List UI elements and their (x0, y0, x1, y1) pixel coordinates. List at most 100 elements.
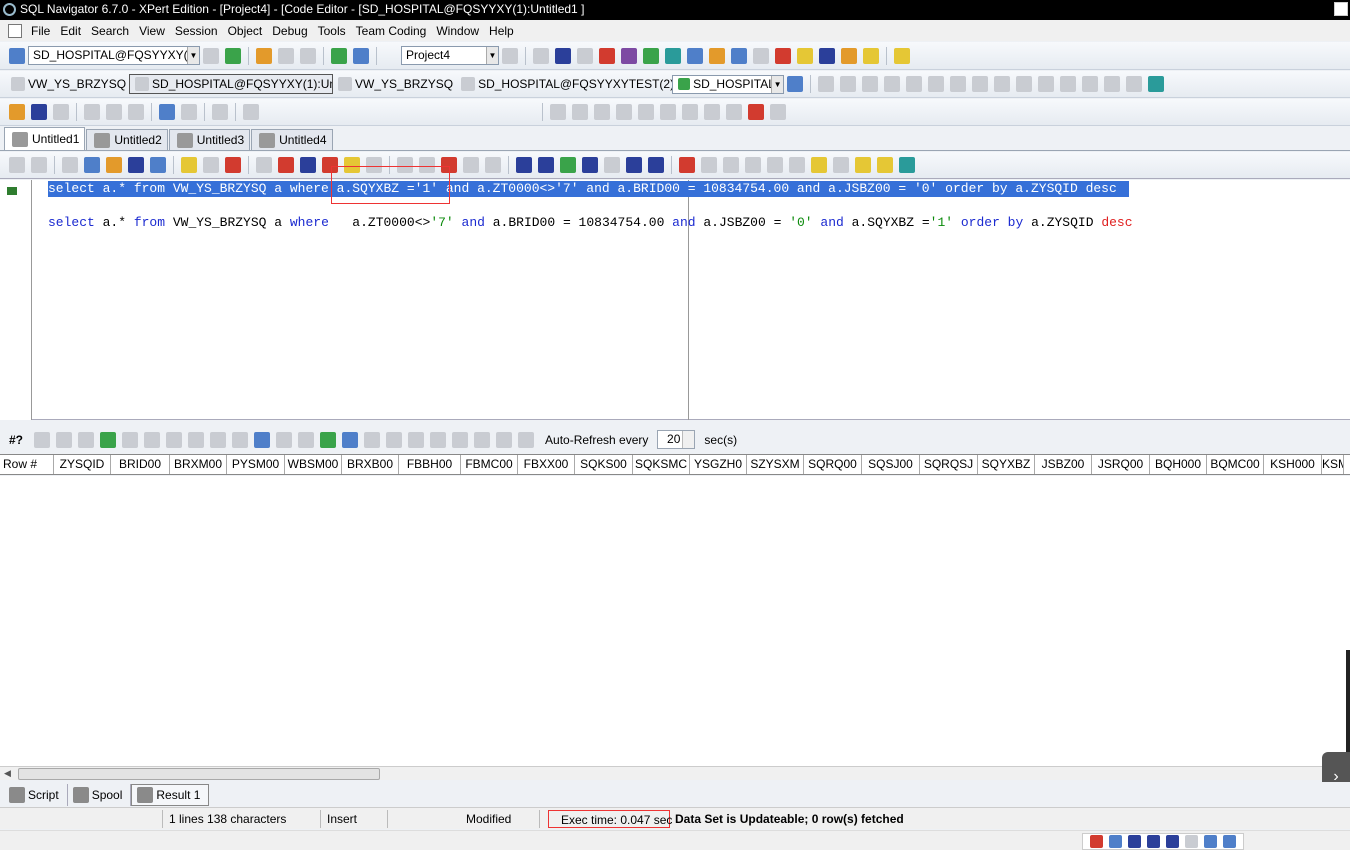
disabled-tool-icon[interactable] (660, 104, 676, 120)
disabled-tool-icon[interactable] (1038, 76, 1055, 92)
back-icon[interactable] (9, 157, 25, 173)
tab-untitled1[interactable]: Untitled1 (4, 127, 86, 150)
save-icon[interactable] (144, 431, 161, 448)
ime-mode-icon[interactable] (1109, 835, 1122, 848)
run-icon[interactable] (560, 157, 576, 173)
tab-untitled4[interactable]: Untitled4 (251, 129, 333, 150)
column-header[interactable]: SQSJ00 (862, 455, 920, 474)
lightbulb-icon[interactable] (877, 157, 893, 173)
tool-icon[interactable] (819, 47, 835, 64)
check-icon[interactable] (748, 104, 764, 120)
code-line-2[interactable]: select a.* from VW_YS_BRZYSQ a where a.Z… (48, 215, 1133, 231)
disabled-tool-icon[interactable] (452, 431, 469, 448)
disabled-tool-icon[interactable] (972, 76, 989, 92)
column-header[interactable]: PYSM00 (227, 455, 285, 474)
column-header[interactable]: SQKSMC (633, 455, 690, 474)
disabled-tool-icon[interactable] (928, 76, 945, 92)
column-header[interactable]: ZYSQID (54, 455, 111, 474)
stop-icon[interactable] (604, 157, 620, 173)
tool-icon[interactable] (863, 47, 879, 64)
menu-file[interactable]: File (31, 24, 50, 38)
disabled-tool-icon[interactable] (840, 76, 857, 92)
tab-script[interactable]: Script (4, 783, 68, 806)
column-header[interactable]: FBXX00 (518, 455, 575, 474)
tool-icon[interactable] (342, 431, 359, 448)
ime-logo-icon[interactable] (1090, 835, 1103, 848)
disabled-tool-icon[interactable] (1060, 76, 1077, 92)
last-icon[interactable] (648, 157, 664, 173)
results-grid-body[interactable] (0, 476, 1350, 766)
previous-icon[interactable] (538, 157, 554, 173)
menu-window[interactable]: Window (436, 24, 479, 38)
tool-icon[interactable] (855, 157, 871, 173)
disabled-tool-icon[interactable] (408, 431, 425, 448)
menu-search[interactable]: Search (91, 24, 129, 38)
tool-icon[interactable] (753, 47, 769, 64)
column-header[interactable]: SQRQSJ (920, 455, 978, 474)
disabled-tool-icon[interactable] (550, 104, 566, 120)
column-header[interactable]: SQYXBZ (978, 455, 1035, 474)
menu-session[interactable]: Session (175, 24, 218, 38)
filter-icon[interactable] (34, 431, 51, 448)
disabled-tool-icon[interactable] (496, 431, 513, 448)
debugger-icon[interactable] (621, 47, 637, 64)
column-header[interactable]: Row # (0, 455, 54, 474)
delete-record-icon[interactable] (298, 431, 315, 448)
disabled-tool-icon[interactable] (818, 76, 835, 92)
punctuation-icon[interactable] (1147, 835, 1160, 848)
copy-icon[interactable] (106, 104, 122, 120)
filter-icon[interactable] (256, 157, 272, 173)
layout-icon[interactable] (212, 104, 228, 120)
tool-icon[interactable] (366, 157, 382, 173)
tool-icon[interactable] (300, 157, 316, 173)
object-tool-icon[interactable] (599, 47, 615, 64)
connection-tab-vw-ys-brzysq[interactable]: VW_YS_BRZYSQ (6, 74, 129, 94)
disabled-tool-icon[interactable] (994, 76, 1011, 92)
disabled-tool-icon[interactable] (594, 104, 610, 120)
column-header[interactable]: BQMC00 (1207, 455, 1264, 474)
tool-icon[interactable] (518, 431, 535, 448)
ime-toolbar[interactable] (1082, 833, 1244, 850)
print-icon[interactable] (53, 104, 69, 120)
shirt-icon[interactable] (1204, 835, 1217, 848)
network-icon[interactable] (225, 47, 241, 64)
column-header[interactable]: FBMC00 (461, 455, 518, 474)
tool-icon[interactable] (709, 47, 725, 64)
row-count-button[interactable]: #? (9, 433, 23, 447)
keyboard-icon[interactable] (1166, 835, 1179, 848)
spinner-arrows-icon[interactable] (682, 431, 695, 448)
disabled-tool-icon[interactable] (884, 76, 901, 92)
ampersand-icon[interactable] (397, 157, 413, 173)
column-header[interactable]: SQKS00 (575, 455, 633, 474)
disabled-tool-icon[interactable] (726, 104, 742, 120)
code-line-1[interactable]: select a.* from VW_YS_BRZYSQ a where a.S… (48, 181, 1129, 197)
tool-icon[interactable] (463, 157, 479, 173)
scroll-left-icon[interactable]: ◀ (4, 767, 11, 780)
search-icon[interactable] (577, 47, 593, 64)
disabled-tool-icon[interactable] (745, 157, 761, 173)
column-header[interactable]: SQRQ00 (804, 455, 862, 474)
tool-icon[interactable] (485, 157, 501, 173)
disabled-tool-icon[interactable] (950, 76, 967, 92)
tab-result-1[interactable]: Result 1 (131, 783, 210, 806)
stop-execute-icon[interactable] (322, 157, 338, 173)
chevron-down-icon[interactable]: ▼ (486, 47, 498, 64)
tool-icon[interactable] (84, 157, 100, 173)
disabled-tool-icon[interactable] (770, 104, 786, 120)
tab-untitled3[interactable]: Untitled3 (168, 129, 251, 150)
column-header[interactable]: SZYSXM (747, 455, 804, 474)
pause-icon[interactable] (278, 47, 294, 64)
column-header[interactable]: FBBH00 (399, 455, 461, 474)
project-select[interactable]: Project4 ▼ (401, 46, 499, 65)
commit-icon[interactable] (331, 47, 347, 64)
menu-edit[interactable]: Edit (60, 24, 81, 38)
column-header[interactable]: BRXB00 (342, 455, 399, 474)
disabled-tool-icon[interactable] (572, 104, 588, 120)
refresh-icon[interactable] (100, 431, 117, 448)
last-record-icon[interactable] (232, 431, 249, 448)
user-icon[interactable] (1185, 835, 1198, 848)
chevron-down-icon[interactable]: ▼ (771, 75, 784, 93)
tool-icon[interactable] (841, 47, 857, 64)
schema-select[interactable]: SD_HOSPITAL ▼ (672, 74, 785, 94)
menu-help[interactable]: Help (489, 24, 514, 38)
